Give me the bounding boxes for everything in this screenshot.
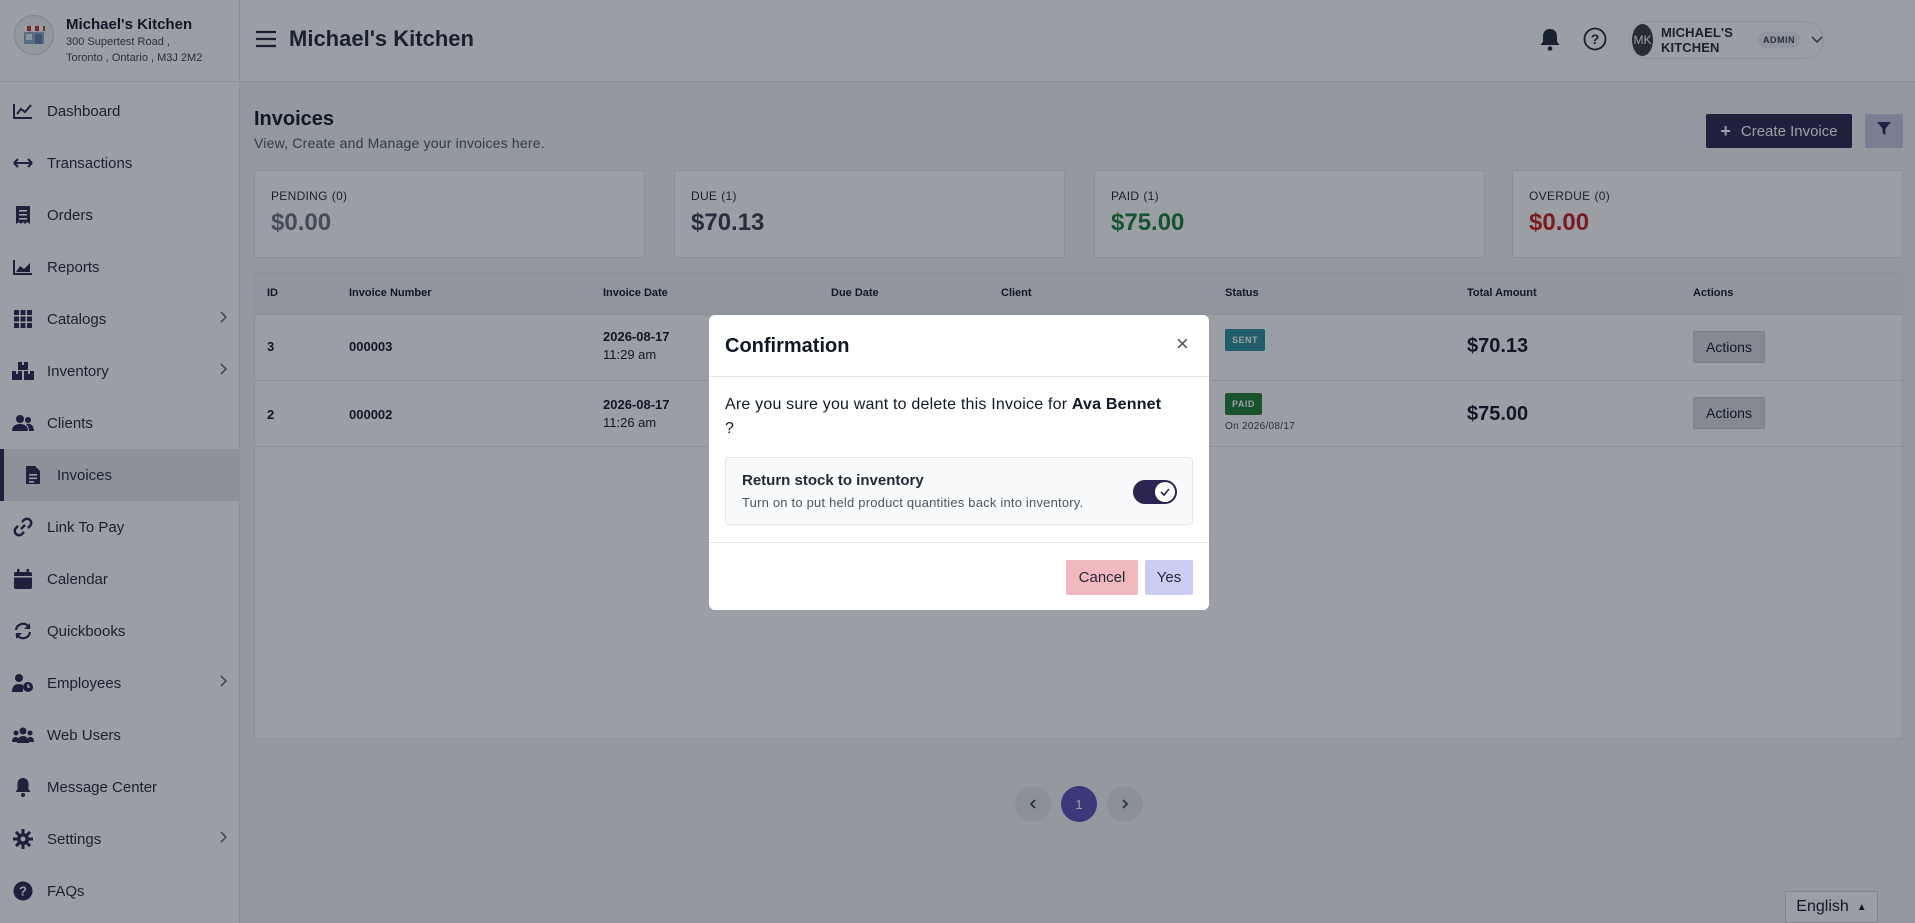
dialog-body: Are you sure you want to delete this Inv… [709, 377, 1209, 543]
client-name: Ava Bennet [1071, 396, 1162, 413]
confirm-text-before: Are you sure you want to delete this Inv… [725, 396, 1072, 413]
confirm-text-after: ? [725, 420, 735, 437]
check-icon [1155, 482, 1175, 502]
cancel-button[interactable]: Cancel [1066, 560, 1138, 595]
dialog-title: Confirmation [725, 335, 850, 357]
yes-button[interactable]: Yes [1145, 560, 1193, 595]
dialog-footer: Cancel Yes [709, 543, 1209, 610]
toggle-description: Turn on to put held product quantities b… [742, 495, 1084, 510]
confirmation-dialog: Confirmation × Are you sure you want to … [709, 315, 1209, 610]
return-stock-toggle[interactable] [1133, 480, 1177, 504]
confirm-message: Are you sure you want to delete this Inv… [725, 393, 1193, 441]
toggle-title: Return stock to inventory [742, 472, 924, 489]
dialog-header: Confirmation × [709, 315, 1209, 377]
return-stock-option: Return stock to inventory Turn on to put… [725, 457, 1193, 525]
close-icon[interactable]: × [1176, 333, 1189, 355]
